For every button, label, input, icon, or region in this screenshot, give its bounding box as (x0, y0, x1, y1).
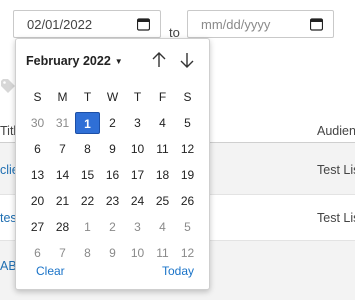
calendar-day[interactable]: 3 (125, 216, 150, 238)
calendar-day[interactable]: 23 (100, 190, 125, 212)
weekday-header-row: S M T W T F S (25, 85, 200, 111)
next-month-arrow-down-icon[interactable] (177, 50, 197, 70)
calendar-icon[interactable] (137, 17, 150, 31)
calendar-day[interactable]: 1 (75, 216, 100, 238)
calendar-day[interactable]: 20 (25, 190, 50, 212)
today-button[interactable]: Today (162, 264, 194, 278)
weekday-label: M (57, 90, 68, 104)
calendar-day[interactable]: 22 (75, 190, 100, 212)
calendar-day[interactable]: 6 (25, 242, 50, 264)
calendar-day[interactable]: 17 (125, 164, 150, 186)
calendar-day[interactable]: 7 (50, 138, 75, 160)
calendar-day[interactable]: 2 (100, 216, 125, 238)
calendar-day[interactable]: 5 (175, 216, 200, 238)
calendar-day[interactable]: 8 (75, 138, 100, 160)
calendar-day[interactable]: 5 (175, 112, 200, 134)
calendar-day[interactable]: 24 (125, 190, 150, 212)
start-date-value: 02/01/2022 (27, 16, 93, 32)
calendar-day[interactable]: 13 (25, 164, 50, 186)
row-audience: Test Lis (317, 211, 355, 225)
calendar-day[interactable]: 28 (50, 216, 75, 238)
calendar-day[interactable]: 11 (150, 242, 175, 264)
end-date-input[interactable]: mm/dd/yyyy (187, 10, 334, 38)
calendar-day[interactable]: 12 (175, 242, 200, 264)
calendar-week-row: 30 31 1 2 3 4 5 (25, 111, 200, 137)
start-date-input[interactable]: 02/01/2022 (13, 10, 161, 38)
tag-icon[interactable] (0, 78, 16, 94)
clear-button[interactable]: Clear (36, 264, 65, 278)
calendar-day[interactable]: 19 (175, 164, 200, 186)
calendar-day[interactable]: 4 (150, 112, 175, 134)
calendar-day[interactable]: 7 (50, 242, 75, 264)
calendar-day[interactable]: 25 (150, 190, 175, 212)
calendar-week-row: 27 28 1 2 3 4 5 (25, 215, 200, 241)
weekday-label: W (106, 90, 119, 104)
calendar-weeks: 30 31 1 2 3 4 5 6 7 8 9 10 11 12 13 14 15 16 17 18 19 20 21 22 2… (25, 111, 200, 267)
calendar-grid: S M T W T F S 30 31 1 2 3 4 5 6 7 8 9 10 11 12 13 14 15 1… (25, 85, 200, 267)
month-year-select[interactable]: February 2022 ▼ (26, 54, 123, 68)
column-header-audience[interactable]: Audien (317, 124, 355, 138)
calendar-day[interactable]: 18 (150, 164, 175, 186)
calendar-day[interactable]: 30 (25, 112, 50, 134)
end-date-placeholder: mm/dd/yyyy (201, 16, 271, 32)
calendar-day[interactable]: 10 (125, 138, 150, 160)
datepicker-popup: February 2022 ▼ S M T W T F S 30 31 1 2 3 4 5 6… (15, 38, 210, 290)
calendar-day[interactable]: 6 (25, 138, 50, 160)
calendar-day[interactable]: 4 (150, 216, 175, 238)
calendar-day[interactable]: 27 (25, 216, 50, 238)
calendar-day[interactable]: 11 (150, 138, 175, 160)
calendar-day[interactable]: 15 (75, 164, 100, 186)
row-audience: Test Lis (317, 163, 355, 177)
calendar-week-row: 20 21 22 23 24 25 26 (25, 189, 200, 215)
calendar-day[interactable]: 9 (100, 242, 125, 264)
calendar-day[interactable]: 14 (50, 164, 75, 186)
calendar-day-selected[interactable]: 1 (75, 112, 100, 134)
calendar-day[interactable]: 21 (50, 190, 75, 212)
weekday-label: S (183, 90, 192, 104)
calendar-icon[interactable] (310, 17, 323, 31)
calendar-week-row: 6 7 8 9 10 11 12 (25, 137, 200, 163)
weekday-label: F (158, 90, 167, 104)
calendar-week-row: 13 14 15 16 17 18 19 (25, 163, 200, 189)
weekday-label: S (33, 90, 42, 104)
calendar-day[interactable]: 31 (50, 112, 75, 134)
weekday-label: T (133, 90, 142, 104)
calendar-day[interactable]: 26 (175, 190, 200, 212)
calendar-day[interactable]: 12 (175, 138, 200, 160)
previous-month-arrow-up-icon[interactable] (149, 50, 169, 70)
weekday-label: T (83, 90, 92, 104)
calendar-day[interactable]: 9 (100, 138, 125, 160)
caret-down-icon: ▼ (114, 56, 123, 66)
column-header-title[interactable]: Titl (0, 124, 16, 138)
calendar-day[interactable]: 2 (100, 112, 125, 134)
calendar-day[interactable]: 16 (100, 164, 125, 186)
calendar-day[interactable]: 8 (75, 242, 100, 264)
calendar-day[interactable]: 10 (125, 242, 150, 264)
month-year-label: February 2022 (26, 54, 111, 68)
calendar-day[interactable]: 3 (125, 112, 150, 134)
